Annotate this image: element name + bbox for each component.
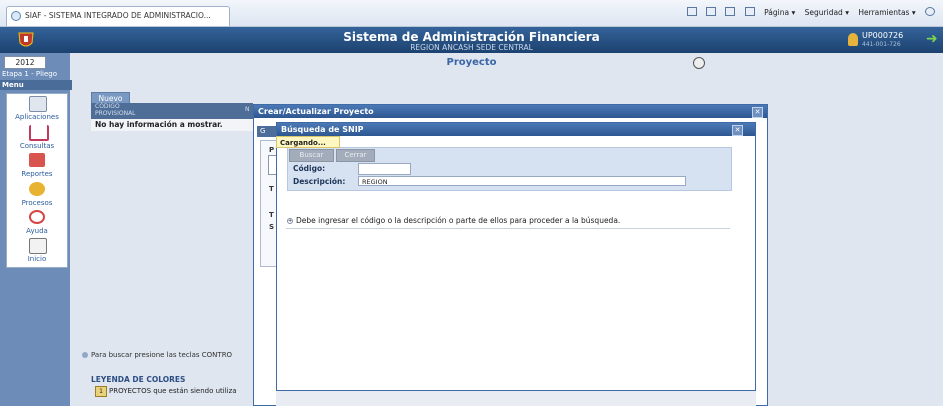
browser-tools: Página ▾ Seguridad ▾ Herramientas ▾ (680, 7, 935, 17)
exit-icon[interactable]: ➜ (926, 32, 940, 46)
page-title: Proyecto (446, 57, 497, 68)
divider (286, 228, 730, 229)
menu-header: Menu (0, 80, 72, 90)
app-title: Sistema de Administración Financiera (343, 30, 600, 44)
print-icon[interactable] (744, 7, 755, 16)
info-icon: + (287, 218, 293, 224)
processes-icon (29, 182, 45, 196)
field-label-t2: T (269, 211, 274, 219)
tools-menu[interactable]: Herramientas ▾ (858, 8, 915, 17)
legend-text: PROYECTOS que están siendo utiliza (109, 387, 237, 395)
page-menu[interactable]: Página ▾ (764, 8, 795, 17)
search-hint: Para buscar presione las teclas CONTRO (91, 351, 233, 359)
browser-tab[interactable]: SIAF - SISTEMA INTEGRADO DE ADMINISTRACI… (6, 6, 230, 26)
cerrar-button[interactable]: Cerrar (336, 149, 375, 162)
home-icon[interactable] (686, 7, 697, 16)
legend-color-box: 1 (95, 386, 107, 397)
user-subcode: 441-001-726 (862, 41, 901, 48)
close-icon[interactable]: ✕ (752, 107, 763, 118)
feeds-icon[interactable] (705, 7, 716, 16)
mail-icon[interactable] (725, 7, 736, 16)
buscar-button[interactable]: Buscar (289, 149, 334, 162)
refresh-icon[interactable] (693, 57, 705, 69)
descripcion-label: Descripción: (293, 177, 346, 186)
home-icon (29, 238, 47, 254)
legend-title: LEYENDA DE COLORES (91, 375, 186, 384)
etapa-label: Etapa 1 - Pliego (2, 70, 57, 78)
close-icon[interactable]: ✕ (732, 125, 743, 136)
app-subtitle: REGION ANCASH SEDE CENTRAL (410, 43, 533, 52)
user-icon (848, 33, 858, 46)
codigo-input[interactable] (358, 163, 411, 175)
dialog-title[interactable]: Crear/Actualizar Proyecto (254, 105, 767, 118)
search-info-message: Debe ingresar el código o la descripción… (296, 216, 621, 225)
field-label-s: S (269, 223, 275, 231)
column-n[interactable]: N (245, 106, 250, 113)
user-code: UP000726 (862, 31, 904, 40)
dialog-title[interactable]: Búsqueda de SNIP (277, 123, 755, 136)
ie-icon (11, 11, 21, 21)
applications-icon (29, 96, 47, 112)
loading-indicator: Cargando... (276, 136, 340, 148)
descripcion-input[interactable]: REGION (358, 176, 686, 186)
field-label-t1: T (269, 185, 274, 193)
codigo-label: Código: (293, 164, 326, 173)
security-menu[interactable]: Seguridad ▾ (805, 8, 849, 17)
help-icon (29, 210, 45, 224)
dialog-tab[interactable]: G (257, 126, 276, 137)
grid-empty-message: No hay información a mostrar. (91, 119, 253, 131)
help-icon[interactable] (925, 7, 935, 16)
dialog-footer (276, 391, 756, 406)
column-codigo-provisional[interactable]: CÓDIGO PROVISIONAL (95, 103, 136, 117)
reports-icon (29, 153, 45, 167)
info-icon (82, 352, 88, 358)
browser-tab-title: SIAF - SISTEMA INTEGRADO DE ADMINISTRACI… (25, 11, 211, 20)
side-menu: Aplicaciones Consultas Reportes Procesos… (6, 93, 68, 268)
queries-icon (29, 125, 49, 141)
field-label-p: P (269, 146, 275, 154)
